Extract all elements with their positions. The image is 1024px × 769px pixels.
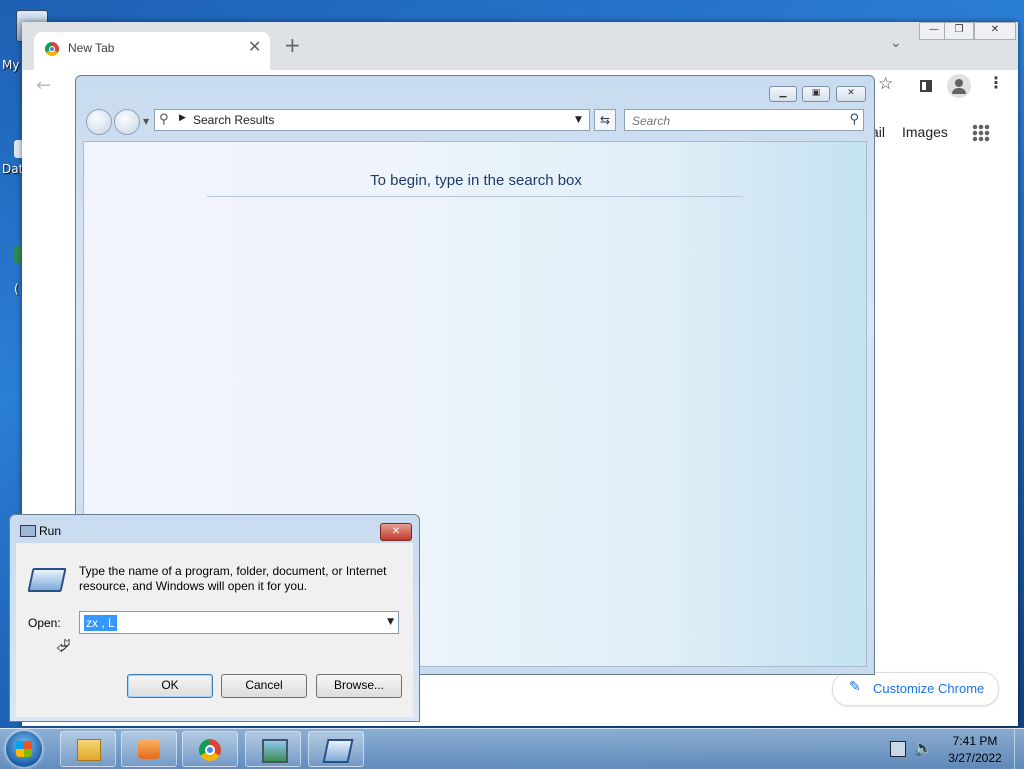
run-title-icon (20, 525, 36, 537)
recent-pages-chevron-icon[interactable]: ▼ (143, 117, 149, 126)
tab-search-icon[interactable]: ⌄ (890, 35, 902, 51)
refresh-icon[interactable]: ⇆ (594, 109, 616, 131)
divider (207, 196, 743, 197)
cancel-button[interactable]: Cancel (221, 674, 307, 698)
bookmark-star-icon[interactable]: ☆ (878, 74, 893, 94)
open-label: Open: (28, 616, 61, 630)
tab-close-icon[interactable]: ✕ (248, 37, 261, 56)
customize-chrome-button[interactable]: ✎ Customize Chrome (832, 672, 999, 706)
open-dropdown-icon[interactable]: ▼ (387, 617, 394, 627)
nav-back-button[interactable] (86, 109, 112, 135)
run-icon (322, 739, 354, 763)
tab-title: New Tab (68, 41, 115, 55)
chrome-tab-strip: New Tab ✕ + ⌄ — ❐ ✕ (22, 22, 1018, 70)
volume-icon[interactable]: 🔈 (914, 739, 933, 757)
search-maximize-button[interactable]: ▣ (802, 86, 830, 102)
desktop-icon-label-data: Dat (2, 162, 24, 176)
back-arrow-icon[interactable]: ← (36, 75, 51, 96)
search-input[interactable] (625, 110, 844, 132)
address-bar[interactable]: ⚲ ▶ Search Results ▼ (154, 109, 590, 131)
search-hint-text: To begin, type in the search box (370, 172, 582, 189)
chrome-icon (199, 739, 221, 761)
folder-icon (77, 739, 101, 761)
search-icon[interactable]: ⚲ (849, 112, 859, 127)
taskbar-item-explorer[interactable] (60, 731, 116, 767)
clock-time[interactable]: 7:41 PM (940, 734, 1010, 748)
chrome-icon (45, 42, 59, 56)
taskbar-item-photo-viewer[interactable] (245, 731, 301, 767)
search-folder-icon: ⚲ (159, 112, 169, 127)
run-dialog-title: Run (39, 524, 62, 538)
network-icon[interactable] (890, 741, 906, 757)
new-tab-button[interactable]: + (284, 33, 301, 57)
desktop-icon-label-computer: My (2, 58, 20, 72)
search-box[interactable]: ⚲ (624, 109, 864, 132)
images-link[interactable]: Images (902, 124, 948, 140)
show-desktop-button[interactable] (1014, 729, 1024, 769)
taskbar: 🔈 7:41 PM 3/27/2022 (0, 728, 1024, 769)
open-input-value[interactable]: zx , L (84, 615, 117, 631)
chrome-close-button[interactable]: ✕ (974, 22, 1016, 40)
desktop-icon-label-shortcut: ( (14, 282, 19, 296)
address-text: Search Results (193, 113, 275, 127)
start-button[interactable] (6, 731, 42, 767)
taskbar-item-media-player[interactable] (121, 731, 177, 767)
google-apps-grid-icon[interactable] (972, 124, 990, 142)
nav-forward-button[interactable] (114, 109, 140, 135)
run-dialog: Run ✕ Type the name of a program, folder… (9, 514, 420, 722)
open-combobox[interactable]: zx , L ▼ (79, 611, 399, 634)
media-icon (138, 739, 160, 759)
breadcrumb-arrow-icon[interactable]: ▶ (179, 113, 186, 123)
browse-button[interactable]: Browse... (316, 674, 402, 698)
clock-date[interactable]: 3/27/2022 (940, 751, 1010, 765)
ok-button[interactable]: OK (127, 674, 213, 698)
taskbar-item-chrome[interactable] (182, 731, 238, 767)
tab-new-tab[interactable]: New Tab ✕ (34, 32, 270, 70)
chrome-menu-icon[interactable]: ⋮ (988, 73, 1004, 92)
run-icon (27, 568, 67, 592)
photo-icon (262, 739, 288, 763)
taskbar-item-run[interactable] (308, 731, 364, 767)
search-minimize-button[interactable]: ▁ (769, 86, 797, 102)
customize-chrome-label: Customize Chrome (873, 681, 985, 696)
chrome-maximize-button[interactable]: ❐ (944, 22, 974, 40)
profile-avatar-icon[interactable] (947, 74, 971, 98)
run-close-button[interactable]: ✕ (380, 523, 412, 541)
side-panel-icon[interactable] (920, 80, 932, 92)
search-close-button[interactable]: ✕ (836, 86, 866, 102)
mouse-pointer-icon: ⮰ (56, 636, 71, 657)
address-dropdown-icon[interactable]: ▼ (575, 115, 582, 125)
run-description: Type the name of a program, folder, docu… (79, 564, 387, 593)
pencil-icon: ✎ (849, 679, 861, 695)
run-dialog-body: Type the name of a program, folder, docu… (16, 543, 413, 717)
